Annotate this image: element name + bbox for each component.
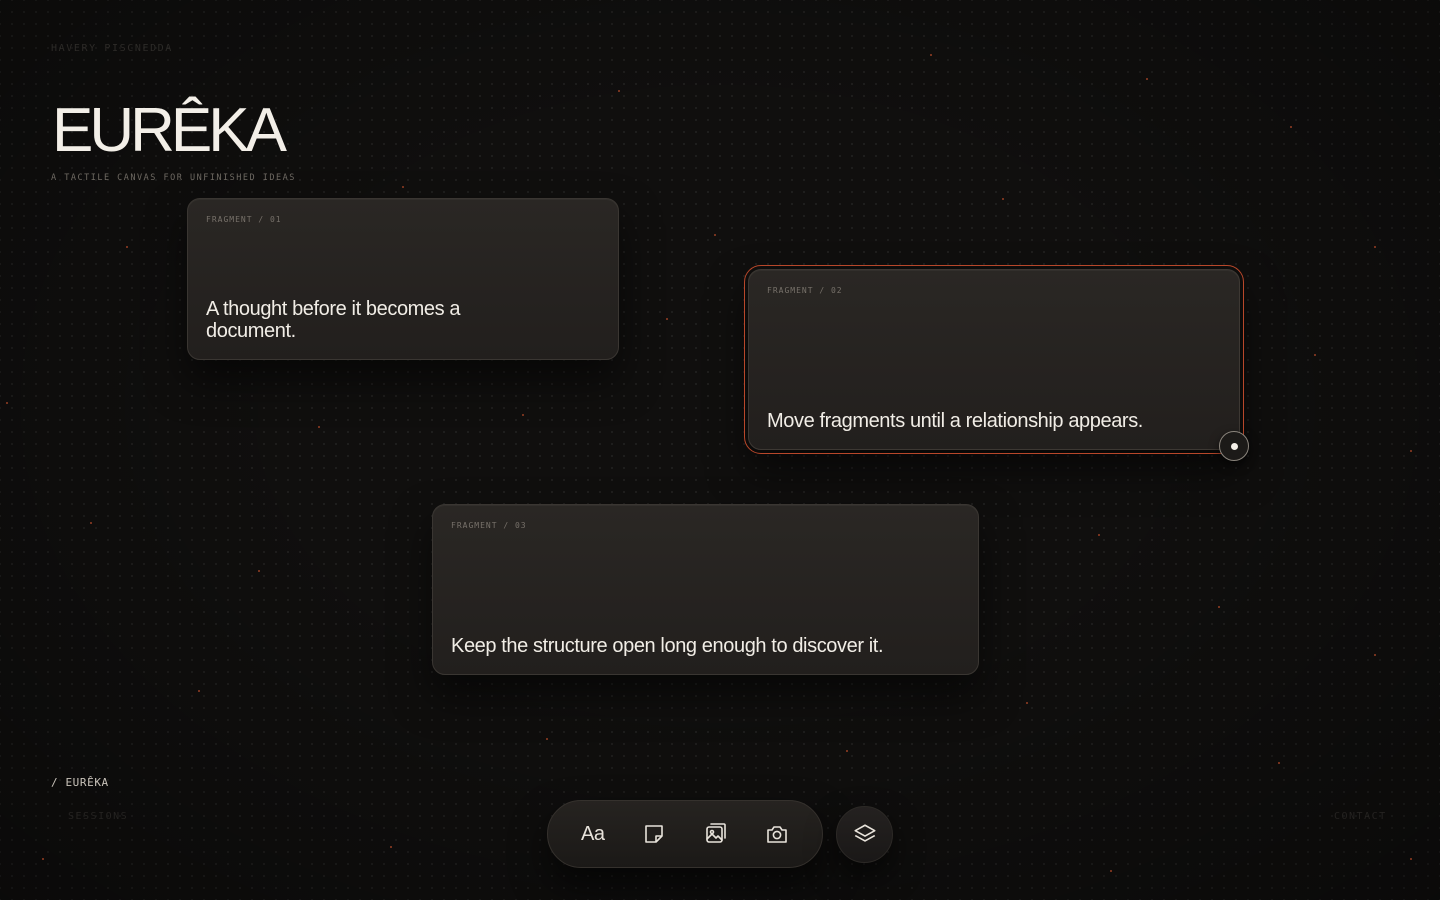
canvas-toolbar: Aa: [547, 800, 823, 868]
breadcrumb[interactable]: / EURÊKA: [51, 776, 109, 789]
fragment-card-03[interactable]: FRAGMENT / 03 Keep the structure open lo…: [432, 504, 979, 675]
text-tool-button[interactable]: Aa: [573, 814, 613, 854]
image-tool-button[interactable]: [696, 814, 736, 854]
sticky-note-icon: [642, 822, 666, 846]
fragment-label: FRAGMENT / 03: [451, 521, 527, 530]
brand-title: EURÊKA: [52, 96, 287, 165]
note-tool-button[interactable]: [634, 814, 674, 854]
fragment-card-02[interactable]: FRAGMENT / 02 Move fragments until a rel…: [744, 265, 1244, 454]
camera-tool-button[interactable]: [757, 814, 797, 854]
resize-handle[interactable]: [1219, 431, 1249, 461]
fragment-text: Keep the structure open long enough to d…: [451, 635, 884, 657]
contact-link[interactable]: CONTACT: [1334, 811, 1387, 822]
brand-tagline: A TACTILE CANVAS FOR UNFINISHED IDEAS: [51, 173, 296, 183]
author-name: HAVERY PISCNEDDA: [51, 43, 173, 54]
fragment-label: FRAGMENT / 01: [206, 215, 282, 224]
text-tool-glyph: Aa: [581, 822, 605, 845]
fragment-label: FRAGMENT / 02: [767, 286, 843, 295]
sessions-link[interactable]: SESSIONS: [68, 811, 128, 822]
image-icon: [704, 822, 728, 846]
fragment-text: A thought before it becomes a document.: [206, 298, 461, 342]
layers-icon: [852, 822, 878, 848]
layers-button[interactable]: [836, 806, 893, 863]
fragment-text: Move fragments until a relationship appe…: [767, 410, 1143, 432]
camera-icon: [765, 822, 789, 846]
fragment-card-01[interactable]: FRAGMENT / 01 A thought before it become…: [187, 198, 619, 360]
